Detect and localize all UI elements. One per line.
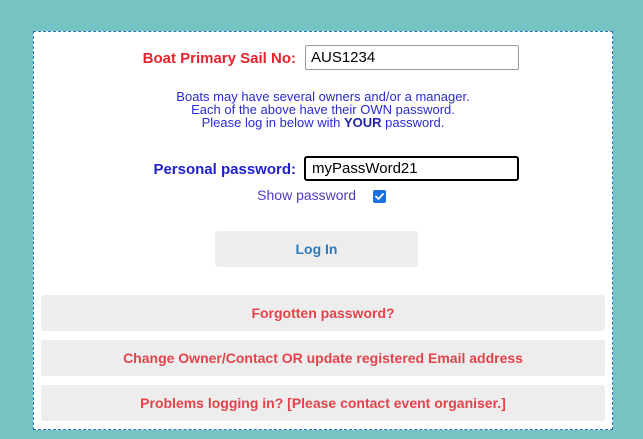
password-input[interactable] — [304, 156, 519, 181]
password-row: Personal password: — [34, 156, 612, 182]
info-line-3: Please log in below with YOUR password. — [34, 116, 612, 129]
change-owner-contact-button[interactable]: Change Owner/Contact OR update registere… — [41, 340, 605, 376]
info-line-3-pre: Please log in below with — [201, 115, 344, 130]
info-text: Boats may have several owners and/or a m… — [34, 90, 612, 129]
sail-number-row: Boat Primary Sail No: — [34, 45, 612, 71]
show-password-label: Show password — [257, 187, 356, 203]
info-line-3-post: password. — [381, 115, 445, 130]
sail-number-input[interactable] — [305, 45, 519, 70]
sail-number-label: Boat Primary Sail No: — [142, 50, 296, 67]
login-button[interactable]: Log In — [215, 231, 418, 267]
info-line-3-bold: YOUR — [343, 115, 382, 130]
password-label: Personal password: — [153, 161, 296, 178]
forgotten-password-button[interactable]: Forgotten password? — [41, 295, 605, 331]
login-panel: Boat Primary Sail No: Boats may have sev… — [33, 31, 613, 430]
show-password-checkbox[interactable] — [373, 190, 386, 203]
show-password-row: Show password — [34, 186, 612, 204]
checkmark-icon — [375, 193, 384, 200]
problems-logging-in-button[interactable]: Problems logging in? [Please contact eve… — [41, 385, 605, 421]
